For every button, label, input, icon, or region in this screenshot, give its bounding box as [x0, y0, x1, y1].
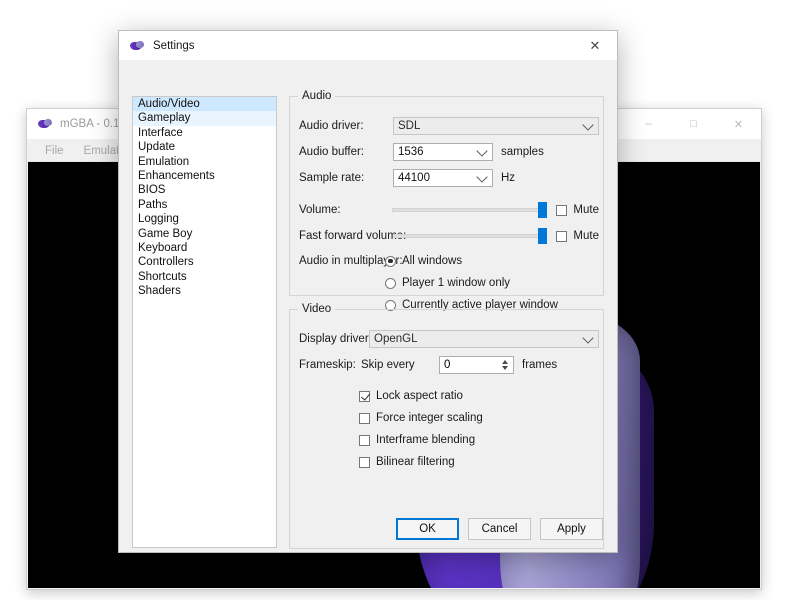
settings-window-title: Settings	[153, 39, 195, 52]
fast-forward-volume-label: Fast forward volume:	[299, 230, 407, 242]
display-driver-value: OpenGL	[374, 333, 418, 345]
sidebar-item-shaders[interactable]: Shaders	[133, 284, 276, 298]
fast-forward-mute-checkbox[interactable]: Mute	[556, 230, 599, 242]
sample-rate-label: Sample rate:	[299, 172, 365, 184]
volume-mute-label: Mute	[573, 204, 599, 216]
stepper-buttons[interactable]	[498, 358, 511, 372]
settings-dialog[interactable]: Settings ✕ Audio/Video Gameplay Interfac…	[118, 30, 618, 553]
sidebar-item-paths[interactable]: Paths	[133, 198, 276, 212]
cancel-button[interactable]: Cancel	[468, 518, 531, 540]
chevron-down-icon	[582, 119, 594, 131]
checkbox-icon[interactable]	[359, 434, 370, 446]
radio-all-windows-label: All windows	[402, 255, 463, 267]
checkbox-icon[interactable]	[359, 412, 370, 424]
audio-buffer-label: Audio buffer:	[299, 146, 365, 158]
sample-rate-combo[interactable]: 44100	[393, 169, 493, 187]
mgba-logo-icon	[38, 117, 52, 131]
checkbox-icon[interactable]	[556, 204, 568, 216]
checkbox-force-integer-scaling[interactable]: Force integer scaling	[359, 412, 483, 424]
audio-buffer-unit: samples	[501, 146, 544, 158]
ok-button[interactable]: OK	[396, 518, 459, 540]
display-driver-label: Display driver:	[299, 333, 372, 345]
frameskip-stepper[interactable]: 0	[439, 356, 514, 374]
video-group-title: Video	[298, 303, 336, 315]
interframe-blending-label: Interframe blending	[376, 434, 476, 446]
volume-mute-checkbox[interactable]: Mute	[556, 204, 599, 216]
sample-rate-unit: Hz	[501, 172, 516, 184]
audio-driver-select[interactable]: SDL	[393, 117, 599, 135]
audio-groupbox: Audio Audio driver: SDL Audio buffer: 15…	[289, 90, 604, 311]
checkbox-icon[interactable]	[556, 230, 568, 242]
checkbox-bilinear-filtering[interactable]: Bilinear filtering	[359, 456, 455, 468]
bilinear-filtering-label: Bilinear filtering	[376, 456, 455, 468]
chevron-up-icon[interactable]	[501, 360, 508, 364]
chevron-down-icon	[476, 171, 488, 183]
radio-player-1-label: Player 1 window only	[402, 277, 511, 289]
audio-group-title: Audio	[298, 90, 336, 102]
audio-buffer-value: 1536	[398, 146, 424, 158]
checkbox-interframe-blending[interactable]: Interframe blending	[359, 434, 475, 446]
volume-slider-handle[interactable]	[538, 202, 548, 218]
audio-multiplayer-label: Audio in multiplayer:	[299, 255, 403, 267]
frameskip-label: Frameskip:	[299, 359, 356, 371]
settings-category-list[interactable]: Audio/Video Gameplay Interface Update Em…	[132, 96, 277, 548]
radio-icon[interactable]	[385, 255, 396, 267]
close-icon[interactable]: ✕	[716, 109, 761, 139]
sidebar-item-game-boy[interactable]: Game Boy	[133, 227, 276, 241]
fast-forward-volume-slider[interactable]	[393, 227, 548, 245]
checkbox-icon[interactable]	[359, 456, 370, 468]
apply-button[interactable]: Apply	[540, 518, 603, 540]
sidebar-item-enhancements[interactable]: Enhancements	[133, 169, 276, 183]
force-integer-scaling-label: Force integer scaling	[376, 412, 483, 424]
fast-forward-mute-label: Mute	[573, 230, 599, 242]
radio-all-windows[interactable]: All windows	[385, 255, 462, 267]
audio-driver-value: SDL	[398, 120, 421, 132]
display-driver-select[interactable]: OpenGL	[369, 330, 599, 348]
sidebar-item-update[interactable]: Update	[133, 140, 276, 154]
close-icon[interactable]: ✕	[573, 31, 617, 60]
sample-rate-value: 44100	[398, 172, 430, 184]
radio-icon[interactable]	[385, 277, 396, 289]
video-groupbox: Video Display driver: OpenGL Frameskip: …	[289, 303, 604, 549]
checkbox-icon[interactable]	[359, 390, 370, 402]
fast-forward-slider-handle[interactable]	[538, 228, 548, 244]
window-controls: – □ ✕	[626, 109, 761, 139]
sidebar-item-audio-video[interactable]: Audio/Video	[133, 97, 276, 112]
chevron-down-icon	[582, 332, 594, 344]
settings-body: Audio/Video Gameplay Interface Update Em…	[119, 60, 617, 552]
sidebar-item-controllers[interactable]: Controllers	[133, 255, 276, 269]
chevron-down-icon[interactable]	[501, 366, 508, 370]
frameskip-prefix: Skip every	[361, 359, 415, 371]
sidebar-item-emulation[interactable]: Emulation	[133, 155, 276, 169]
menu-item-file[interactable]: File	[35, 143, 74, 159]
frameskip-unit: frames	[522, 359, 558, 371]
sidebar-item-logging[interactable]: Logging	[133, 212, 276, 226]
sidebar-item-keyboard[interactable]: Keyboard	[133, 241, 276, 255]
minimize-icon[interactable]: –	[626, 109, 671, 139]
sidebar-item-bios[interactable]: BIOS	[133, 183, 276, 197]
volume-label: Volume:	[299, 204, 341, 216]
radio-player-1-window-only[interactable]: Player 1 window only	[385, 277, 510, 289]
fast-forward-slider-track	[393, 234, 548, 238]
volume-slider[interactable]	[392, 201, 548, 219]
sidebar-item-gameplay[interactable]: Gameplay	[133, 111, 276, 126]
dialog-button-bar: OK Cancel Apply	[396, 518, 603, 540]
mgba-logo-icon	[130, 39, 144, 53]
checkbox-lock-aspect-ratio[interactable]: Lock aspect ratio	[359, 390, 463, 402]
maximize-icon[interactable]: □	[671, 109, 716, 139]
chevron-down-icon	[476, 145, 488, 157]
settings-titlebar[interactable]: Settings ✕	[119, 31, 617, 61]
settings-panel-audio-video: Audio Audio driver: SDL Audio buffer: 15…	[289, 90, 604, 552]
lock-aspect-ratio-label: Lock aspect ratio	[376, 390, 463, 402]
frameskip-value: 0	[444, 359, 451, 371]
audio-driver-label: Audio driver:	[299, 120, 364, 132]
volume-slider-track	[392, 208, 548, 212]
audio-buffer-combo[interactable]: 1536	[393, 143, 493, 161]
sidebar-item-shortcuts[interactable]: Shortcuts	[133, 270, 276, 284]
sidebar-item-interface[interactable]: Interface	[133, 126, 276, 140]
